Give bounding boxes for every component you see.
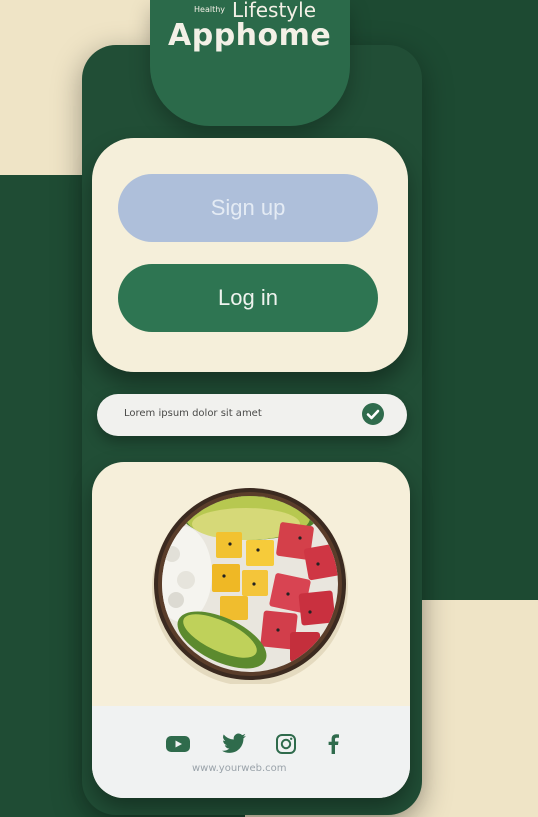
brand-tagline-small: Healthy: [194, 5, 226, 14]
signup-button[interactable]: Sign up: [118, 174, 378, 242]
checkmark-icon[interactable]: [362, 403, 384, 425]
instagram-icon[interactable]: [275, 733, 301, 755]
twitter-icon[interactable]: [221, 733, 247, 755]
poke-bowl-image: [152, 488, 348, 684]
brand-name: Apphome: [168, 18, 332, 53]
agreement-text: Lorem ipsum dolor sit amet: [124, 408, 262, 419]
facebook-icon[interactable]: [326, 733, 352, 755]
social-footer: [92, 706, 410, 798]
youtube-icon[interactable]: [165, 733, 191, 755]
website-link[interactable]: www.yourweb.com: [192, 763, 287, 774]
login-button[interactable]: Log in: [118, 264, 378, 332]
